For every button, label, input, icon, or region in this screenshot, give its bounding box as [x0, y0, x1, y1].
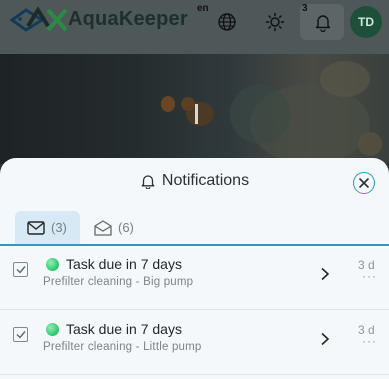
bell-icon	[315, 15, 331, 32]
notification-subtitle: Prefilter cleaning - Little pump	[43, 341, 202, 353]
notification-subtitle: Prefilter cleaning - Big pump	[43, 276, 194, 288]
language-code: en	[197, 3, 209, 14]
notifications-panel: Notifications (3) (6) Task due in 7 days…	[0, 158, 389, 379]
user-avatar[interactable]: TD	[350, 6, 382, 38]
top-bar: AquaKeeper en 3 TD	[0, 0, 389, 54]
panel-title: Notifications	[161, 172, 250, 189]
brand-suffix: Keeper	[118, 8, 188, 30]
check-icon	[16, 266, 26, 274]
mark-read-checkbox[interactable]	[13, 327, 28, 342]
status-dot-icon	[46, 258, 59, 271]
tab-underline	[0, 244, 389, 246]
envelope-closed-icon	[27, 220, 45, 235]
envelope-open-icon	[94, 219, 112, 236]
brand-prefix: Aqua	[68, 8, 119, 30]
chevron-right-icon[interactable]	[319, 267, 331, 281]
notification-item[interactable]: Task due in 7 days Prefilter cleaning - …	[0, 248, 389, 310]
notification-title: Task due in 7 days	[66, 256, 182, 272]
aquarium-banner-image	[0, 54, 389, 164]
close-icon	[359, 178, 369, 188]
more-options-button[interactable]: ···	[362, 334, 377, 348]
status-dot-icon	[46, 323, 59, 336]
chevron-right-icon[interactable]	[319, 332, 331, 346]
sun-icon[interactable]	[265, 12, 285, 32]
bell-icon	[141, 175, 155, 189]
brand-name[interactable]: AquaKeeper	[68, 8, 188, 31]
tab-unread-count: (3)	[51, 220, 67, 235]
tab-unread[interactable]: (3)	[15, 211, 80, 244]
notification-count-badge: 3	[302, 3, 308, 14]
globe-icon[interactable]	[217, 12, 237, 32]
panel-header: Notifications	[0, 172, 389, 194]
tab-read[interactable]: (6)	[92, 211, 152, 244]
tab-read-count: (6)	[118, 220, 134, 235]
close-button[interactable]	[353, 172, 375, 194]
check-icon	[16, 331, 26, 339]
mark-read-checkbox[interactable]	[13, 262, 28, 277]
more-options-button[interactable]: ···	[362, 269, 377, 283]
notification-title: Task due in 7 days	[66, 321, 182, 337]
logo-fish-icon[interactable]	[8, 4, 68, 36]
notification-item[interactable]: Task due in 7 days Prefilter cleaning - …	[0, 313, 389, 375]
